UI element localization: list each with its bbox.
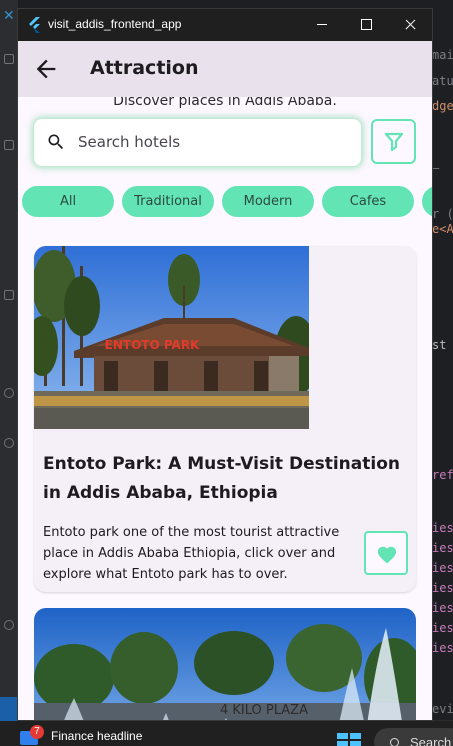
code-fragment: e<A: [432, 222, 453, 236]
code-fragment: evie: [432, 702, 453, 716]
filter-button[interactable]: [371, 119, 416, 164]
background-ide-left-panel: ✕: [0, 0, 18, 720]
code-fragment: main: [432, 48, 453, 62]
attraction-description: Entoto park one of the most tourist attr…: [43, 525, 340, 582]
start-button[interactable]: [337, 733, 361, 746]
taskbar-search-icon: [390, 738, 399, 746]
code-fragment: ref: [432, 468, 453, 482]
image-sign-text: 4 KILO PLAZA: [220, 703, 308, 718]
chip-all[interactable]: All: [22, 186, 114, 217]
code-fragment: ies: [432, 581, 453, 595]
attraction-image: ENTOTO PARK: [34, 246, 309, 429]
ide-tool-icon: [4, 290, 14, 300]
attraction-image: 4 KILO PLAZA: [34, 608, 416, 720]
taskbar-search-label: Search: [410, 735, 452, 746]
filter-icon: [385, 132, 403, 152]
search-bar[interactable]: [34, 119, 361, 166]
page-subtitle: Discover places in Addis Ababa.: [113, 97, 337, 109]
code-fragment: ies: [432, 541, 453, 555]
app-window: visit_addis_frontend_app Attraction Disc…: [18, 9, 432, 720]
attraction-title: Entoto Park: A Must-Visit Destination in…: [43, 454, 400, 503]
chip-cafes[interactable]: Cafes: [322, 186, 414, 217]
favorite-button[interactable]: [364, 531, 408, 575]
minimize-button[interactable]: [300, 9, 344, 41]
ide-run-icon: [4, 388, 14, 398]
chip-next[interactable]: [422, 186, 432, 217]
code-fragment: dge: [432, 99, 453, 113]
code-fragment: r (Yo: [432, 207, 453, 221]
attraction-card[interactable]: 4 KILO PLAZA: [34, 608, 416, 720]
code-fragment: _: [432, 155, 440, 169]
code-fragment: ies: [432, 521, 453, 535]
taskbar: 7 Finance headline Search: [0, 697, 453, 746]
image-sign-text: ENTOTO PARK: [105, 338, 200, 352]
back-button[interactable]: [32, 55, 60, 83]
chip-modern[interactable]: Modern: [222, 186, 314, 217]
app-bar: Attraction: [18, 41, 432, 97]
ide-status-edge: [0, 697, 18, 721]
code-fragment: st: [432, 338, 447, 352]
close-button[interactable]: [388, 9, 432, 41]
ide-debug-icon: [4, 438, 14, 448]
news-widget-label[interactable]: Finance headline: [51, 729, 142, 743]
ide-close-icon: ✕: [3, 8, 15, 24]
search-icon: [48, 134, 64, 150]
ide-structure-icon: [4, 140, 14, 150]
ide-terminal-icon: [4, 620, 14, 630]
code-fragment: ies: [432, 561, 453, 575]
ide-files-icon: [4, 54, 14, 64]
flutter-logo-icon: [29, 17, 40, 33]
heart-icon: [377, 546, 397, 564]
code-fragment: ies: [432, 641, 453, 655]
code-fragment: atur: [432, 74, 453, 88]
arrow-back-icon: [36, 59, 56, 79]
category-chips: All Traditional Modern Cafes: [22, 186, 432, 218]
maximize-button[interactable]: [344, 9, 388, 41]
attraction-card[interactable]: ENTOTO PARK Entoto Park: A Must-Visit De…: [34, 246, 416, 592]
background-ide-code: main atur dge _ r (Yo e<A st ref ies ies…: [432, 0, 453, 720]
window-titlebar[interactable]: visit_addis_frontend_app: [18, 9, 432, 41]
chip-traditional[interactable]: Traditional: [122, 186, 214, 217]
page-title: Attraction: [90, 57, 199, 79]
page-content[interactable]: Discover places in Addis Ababa. All Trad…: [18, 97, 432, 720]
code-fragment: ies: [432, 621, 453, 635]
search-input[interactable]: [78, 130, 348, 154]
taskbar-search[interactable]: Search: [374, 728, 453, 746]
code-fragment: ies: [432, 601, 453, 615]
window-title: visit_addis_frontend_app: [48, 17, 182, 31]
news-badge: 7: [30, 725, 44, 739]
